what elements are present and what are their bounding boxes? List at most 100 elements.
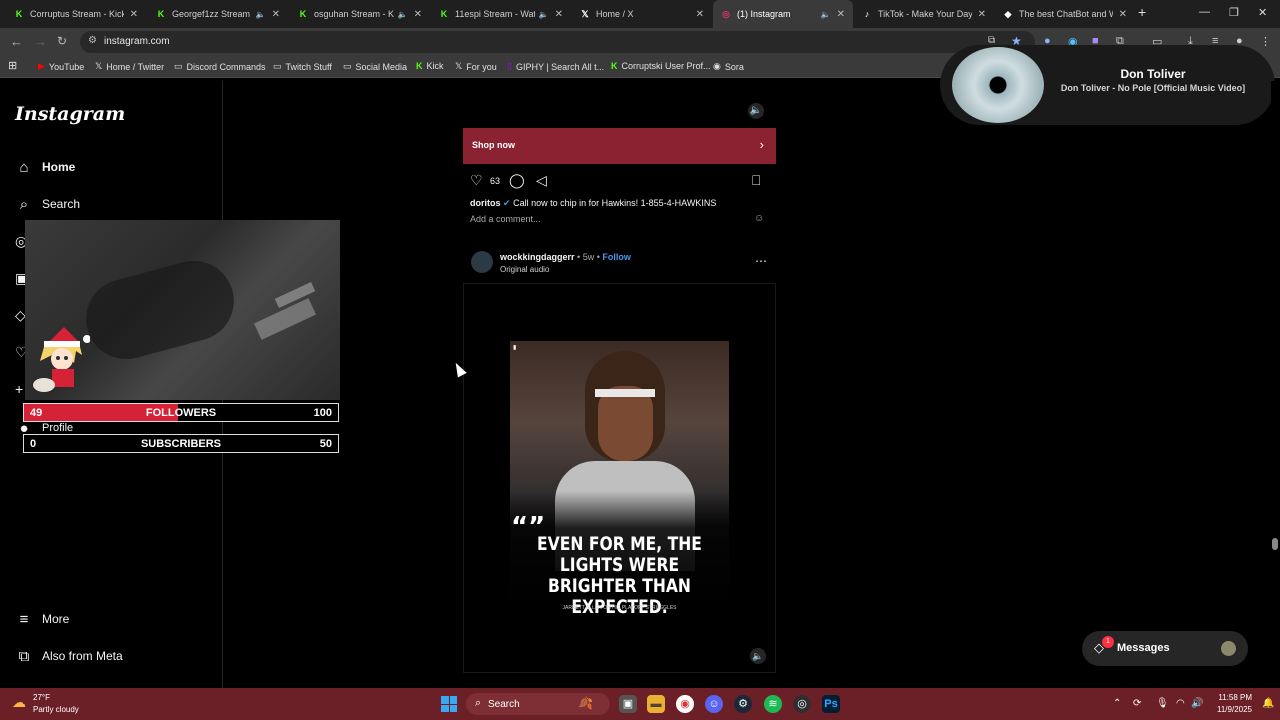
audio-label[interactable]: Original audio <box>500 265 549 274</box>
reload-icon[interactable]: ↻ <box>57 34 67 48</box>
kebab-menu-icon[interactable]: ⋮ <box>1260 35 1271 48</box>
close-window-button[interactable]: ✕ <box>1258 6 1267 19</box>
close-icon[interactable]: ✕ <box>696 9 704 20</box>
share-icon[interactable]: ◁ <box>536 172 547 189</box>
clock-time[interactable]: 11:58 PM <box>1214 693 1252 702</box>
x-icon: 𝕏 <box>455 61 463 71</box>
chrome-icon[interactable]: ◉ <box>676 695 694 713</box>
comment-icon[interactable]: ◯ <box>509 172 525 189</box>
post-username[interactable]: doritos <box>470 198 501 208</box>
minimize-button[interactable]: — <box>1199 6 1210 18</box>
tab-tiktok[interactable]: ♪ TikTok - Make Your Day ✕ <box>854 0 994 28</box>
more-options-icon[interactable]: ⋯ <box>755 254 767 268</box>
bookmark-for-you[interactable]: 𝕏 For you <box>455 61 497 72</box>
back-icon[interactable]: ← <box>10 34 23 49</box>
instagram-logo[interactable]: Instagram <box>15 103 125 125</box>
new-tab-button[interactable]: + <box>1138 4 1146 20</box>
bookmark-kick[interactable]: K Kick <box>416 61 444 71</box>
notification-bell-icon[interactable]: 🔔 <box>1262 698 1274 709</box>
steam-icon[interactable]: ⚙ <box>734 695 752 713</box>
wifi-icon[interactable]: ◠ <box>1176 698 1185 709</box>
bookmark-youtube[interactable]: ▶ YouTube <box>38 61 84 72</box>
volume-icon[interactable]: 🔈 <box>748 103 764 119</box>
bookmark-home-twitter[interactable]: 𝕏 Home / Twitter <box>95 61 164 72</box>
start-button[interactable] <box>441 696 457 712</box>
close-icon[interactable]: ✕ <box>978 9 986 20</box>
close-icon[interactable]: ✕ <box>555 9 563 20</box>
kick-icon: K <box>15 9 23 19</box>
avatar[interactable] <box>471 251 493 273</box>
meta-grid-icon: ⧉ <box>18 647 30 665</box>
site-info-icon[interactable]: ⚙ <box>88 35 97 46</box>
tab-11espi-stream[interactable]: K 11espi Stream - Watc 🔈 ✕ <box>431 0 571 28</box>
like-count: 63 <box>490 176 501 186</box>
emoji-icon[interactable]: ☺ <box>754 213 764 224</box>
discord-icon[interactable]: ☺ <box>705 695 723 713</box>
weather-temperature[interactable]: 27°F <box>33 693 50 702</box>
task-view-icon[interactable]: ▣ <box>619 695 637 713</box>
tab-instagram[interactable]: ◎ (1) Instagram 🔈 ✕ <box>713 0 853 28</box>
messages-button[interactable]: ◇ 1 Messages <box>1082 631 1248 666</box>
close-icon[interactable]: ✕ <box>1119 9 1127 20</box>
kick-icon: K <box>611 61 618 71</box>
subscribers-goal-bar: 0 SUBSCRIBERS 50 <box>23 434 339 453</box>
weather-condition[interactable]: Partly cloudy <box>33 705 79 714</box>
save-bookmark-icon[interactable]: ⎕ <box>752 172 760 189</box>
chatbot-icon: ◆ <box>1004 8 1012 19</box>
add-comment-input[interactable]: Add a comment... <box>470 214 541 224</box>
nav-search[interactable]: ⌕ Search <box>15 193 80 215</box>
scrollbar-thumb[interactable] <box>1272 538 1278 550</box>
close-icon[interactable]: ✕ <box>130 9 138 20</box>
maximize-button[interactable]: ❐ <box>1229 6 1239 19</box>
now-playing-artist: Don Toliver <box>1120 67 1186 81</box>
clock-date[interactable]: 11/9/2025 <box>1207 705 1252 714</box>
sora-icon: ◉ <box>713 61 721 71</box>
file-explorer-icon[interactable]: ▬ <box>647 695 665 713</box>
create-icon[interactable]: + <box>15 381 23 397</box>
photoshop-icon[interactable]: Ps <box>822 695 840 713</box>
taskbar-search[interactable]: ⌕ Search 🍂 <box>466 693 610 715</box>
microphone-icon[interactable]: 🎙 <box>1156 698 1169 709</box>
close-icon[interactable]: ✕ <box>272 9 280 20</box>
santa-mascot-sticker <box>33 327 90 392</box>
speaker-icon[interactable]: 🔈 <box>398 10 408 19</box>
like-heart-icon[interactable]: ♡ <box>470 172 483 189</box>
bookmark-giphy[interactable]: ▯ GIPHY | Search All t... <box>507 61 604 72</box>
tab-osguhan-stream[interactable]: K osguhan Stream - Kick 🔈 ✕ <box>290 0 430 28</box>
nav-also-from-meta[interactable]: ⧉ Also from Meta <box>15 645 123 667</box>
chevron-up-icon[interactable]: ⌃ <box>1113 698 1121 709</box>
tab-chatbot[interactable]: ◆ The best ChatBot and Wid ✕ <box>995 0 1135 28</box>
nav-more[interactable]: ≡ More <box>15 608 70 630</box>
bookmark-twitch-stuff[interactable]: ▭ Twitch Stuff <box>273 61 332 72</box>
volume-icon[interactable]: 🔈 <box>750 648 766 664</box>
tab-georgef1zz-stream[interactable]: K Georgef1zz Stream - V 🔈 ✕ <box>148 0 288 28</box>
kick-icon: K <box>299 9 307 19</box>
bookmark-discord-commands[interactable]: ▭ Discord Commands <box>174 61 266 72</box>
speaker-icon[interactable]: 🔈 <box>821 10 831 19</box>
bookmark-sora[interactable]: ◉ Sora <box>713 61 744 72</box>
tab-corruptus-stream[interactable]: K Corruptus Stream - Kick D ✕ <box>6 0 146 28</box>
weather-cloud-icon[interactable]: ☁ <box>12 694 26 711</box>
post-username[interactable]: wockkingdaggerr <box>500 252 575 262</box>
volume-icon[interactable]: 🔊 <box>1191 698 1203 709</box>
bookmark-social-media[interactable]: ▭ Social Media <box>343 61 407 72</box>
post-media[interactable]: 🔈 <box>463 81 776 128</box>
shop-now-button[interactable]: Shop now › <box>463 128 776 164</box>
page-scrollbar[interactable] <box>1271 81 1280 688</box>
close-icon[interactable]: ✕ <box>414 9 422 20</box>
forward-icon[interactable]: → <box>34 34 47 49</box>
bookmark-corruptski-profile[interactable]: K Corruptski User Prof... <box>611 61 711 71</box>
apps-grid-icon[interactable]: ⊞ <box>8 59 17 72</box>
nav-home[interactable]: ⌂ Home <box>15 156 75 178</box>
youtube-icon: ▶ <box>38 61 45 71</box>
follow-button[interactable]: Follow <box>602 252 631 262</box>
tab-home-x[interactable]: 𝕏 Home / X ✕ <box>572 0 712 28</box>
address-bar[interactable]: ⚙ instagram.com ⧉ ★ <box>80 31 1035 53</box>
close-icon[interactable]: ✕ <box>837 9 845 20</box>
speaker-icon[interactable]: 🔈 <box>539 10 549 19</box>
speaker-icon[interactable]: 🔈 <box>256 10 266 19</box>
obs-icon[interactable]: ◎ <box>793 695 811 713</box>
sync-icon[interactable]: ⟳ <box>1133 698 1141 709</box>
spotify-icon[interactable]: ≋ <box>764 695 782 713</box>
search-highlight-icon: 🍂 <box>578 696 593 710</box>
